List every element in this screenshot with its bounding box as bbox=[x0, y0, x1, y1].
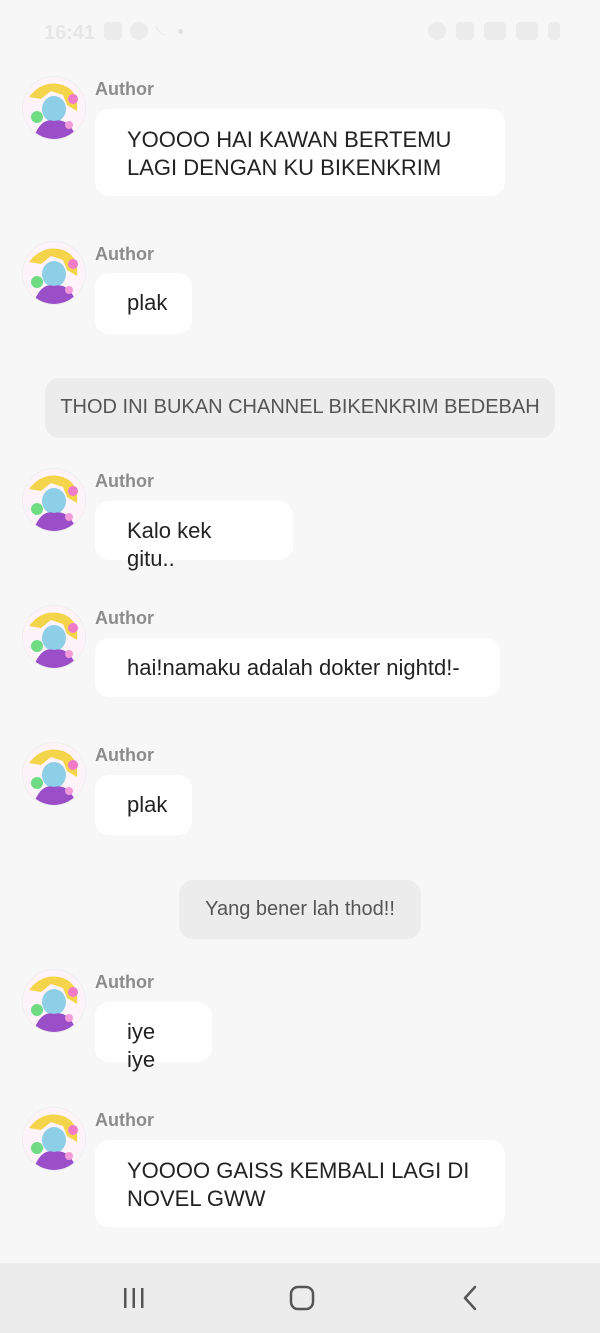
narration-bubble[interactable]: Yang bener lah thod!! bbox=[179, 880, 421, 939]
message-text: hai!namaku adalah dokter nightd!- bbox=[127, 655, 460, 680]
author-name: Author bbox=[95, 608, 154, 628]
narration-text: THOD INI BUKAN CHANNEL BIKENKRIM BEDEBAH bbox=[60, 396, 540, 418]
author-name: Author bbox=[95, 972, 154, 992]
message-bubble[interactable]: YOOOO HAI KAWAN BERTEMU LAGI DENGAN KU B… bbox=[95, 109, 505, 196]
avatar[interactable] bbox=[23, 1108, 85, 1170]
avatar-image bbox=[23, 77, 85, 139]
author-name: Author bbox=[95, 1110, 154, 1130]
narration-text: Yang bener lah thod!! bbox=[205, 898, 395, 920]
message-bubble[interactable]: plak bbox=[95, 775, 192, 835]
author-name: Author bbox=[95, 79, 154, 99]
message-text: plak bbox=[127, 792, 168, 817]
avatar-image bbox=[23, 469, 85, 531]
signal-icon bbox=[516, 22, 538, 40]
recents-button[interactable] bbox=[114, 1283, 154, 1313]
alarm-icon bbox=[428, 22, 446, 40]
back-button[interactable] bbox=[450, 1283, 490, 1313]
avatar[interactable] bbox=[23, 743, 85, 805]
avatar[interactable] bbox=[23, 242, 85, 304]
navigation-bar bbox=[0, 1263, 600, 1333]
message-text: YOOOO HAI KAWAN BERTEMU LAGI DENGAN KU B… bbox=[127, 127, 452, 180]
status-bar: 16:41 bbox=[0, 0, 600, 66]
avatar-image bbox=[23, 970, 85, 1032]
pinterest-icon bbox=[130, 22, 148, 40]
message-bubble[interactable]: Kalo kek gitu.. bbox=[95, 501, 293, 571]
home-button[interactable] bbox=[282, 1283, 322, 1313]
message-bubble[interactable]: plak bbox=[95, 273, 192, 334]
status-time: 16:41 bbox=[44, 22, 96, 44]
message-text: Kalo kek gitu.. bbox=[127, 518, 212, 571]
avatar-image bbox=[23, 242, 85, 304]
wifi-icon bbox=[484, 22, 506, 40]
message-text: iye iye bbox=[127, 1019, 156, 1072]
notification-dot-icon bbox=[178, 29, 183, 34]
back-icon bbox=[463, 1285, 477, 1311]
mute-icon bbox=[456, 22, 474, 40]
author-name: Author bbox=[95, 244, 154, 264]
missed-call-icon bbox=[153, 18, 173, 38]
avatar-image bbox=[23, 743, 85, 805]
message-text: plak bbox=[127, 290, 168, 315]
message-text: YOOOO GAISS KEMBALI LAGI DI NOVEL GWW bbox=[127, 1158, 470, 1211]
avatar[interactable] bbox=[23, 606, 85, 668]
gallery-icon bbox=[104, 22, 122, 40]
status-icons-left bbox=[104, 18, 183, 40]
recents-icon bbox=[124, 1288, 144, 1308]
message-bubble[interactable]: hai!namaku adalah dokter nightd!- bbox=[95, 638, 500, 697]
avatar-image bbox=[23, 606, 85, 668]
home-icon bbox=[289, 1285, 315, 1311]
avatar[interactable] bbox=[23, 77, 85, 139]
avatar[interactable] bbox=[23, 970, 85, 1032]
narration-bubble[interactable]: THOD INI BUKAN CHANNEL BIKENKRIM BEDEBAH bbox=[45, 378, 555, 438]
status-icons-right bbox=[428, 22, 560, 40]
author-name: Author bbox=[95, 471, 154, 491]
avatar[interactable] bbox=[23, 469, 85, 531]
battery-icon bbox=[548, 22, 560, 40]
message-bubble[interactable]: iye iye bbox=[95, 1002, 212, 1072]
author-name: Author bbox=[95, 745, 154, 765]
avatar-image bbox=[23, 1108, 85, 1170]
message-bubble[interactable]: YOOOO GAISS KEMBALI LAGI DI NOVEL GWW bbox=[95, 1140, 505, 1227]
